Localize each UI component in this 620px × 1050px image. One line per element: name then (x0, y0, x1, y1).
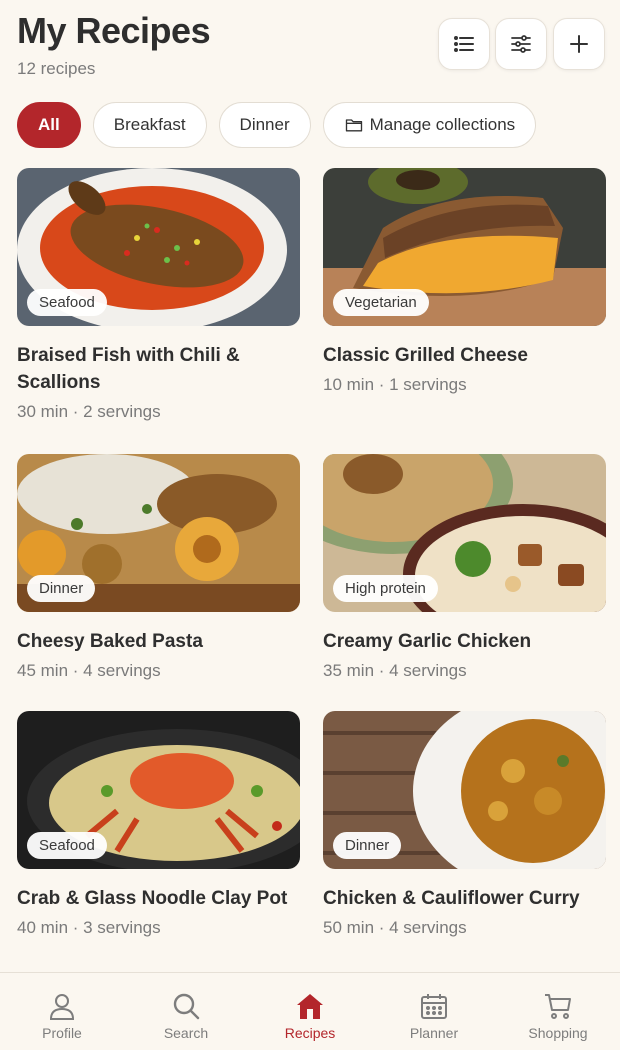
chip-label: Breakfast (113, 115, 186, 134)
recipe-title: Chicken & Cauliflower Curry (323, 888, 580, 909)
chip-label: Manage collections (369, 115, 516, 134)
category-badge: Seafood (27, 832, 107, 859)
recipe-card[interactable]: Vegetarian Classic Grilled Cheese 10 min… (323, 168, 606, 395)
recipe-meta: 40 min · 3 servings (17, 918, 161, 937)
tab-label: Recipes (284, 1025, 336, 1041)
tab-label: Search (163, 1025, 209, 1041)
chip-dinner[interactable]: Dinner (218, 102, 311, 148)
tab-recipes[interactable]: Recipes (248, 973, 372, 1050)
filter-chips: All Breakfast Dinner Manage collections (17, 102, 537, 148)
list-view-button[interactable] (438, 18, 490, 70)
cart-icon (545, 994, 571, 1019)
tab-shopping[interactable]: Shopping (496, 973, 620, 1050)
search-icon (173, 993, 200, 1020)
calendar-icon (421, 994, 447, 1019)
list-icon (454, 36, 474, 52)
recipe-meta: 30 min · 2 servings (17, 402, 161, 421)
recipe-title: Braised Fish with Chili & Scallions (17, 345, 240, 393)
recipe-title: Creamy Garlic Chicken (323, 631, 532, 652)
recipe-title: Crab & Glass Noodle Clay Pot (17, 888, 288, 909)
recipe-card[interactable]: High protein Creamy Garlic Chicken 35 mi… (323, 454, 606, 681)
recipe-card[interactable]: Seafood Crab & Glass Noodle Clay Pot 40 … (17, 711, 300, 938)
tab-label: Shopping (528, 1025, 588, 1041)
category-badge: Seafood (27, 289, 107, 316)
chip-breakfast[interactable]: Breakfast (92, 102, 207, 148)
tab-label: Profile (42, 1025, 82, 1041)
recipe-card[interactable]: Dinner Chicken & Cauliflower Curry 50 mi… (323, 711, 606, 938)
recipe-image: Seafood (17, 711, 300, 869)
recipe-meta: 50 min · 4 servings (323, 918, 467, 937)
filter-button[interactable] (495, 18, 547, 70)
recipe-image: High protein (323, 454, 606, 612)
recipe-image: Dinner (17, 454, 300, 612)
recipe-card[interactable]: Dinner Cheesy Baked Pasta 45 min · 4 ser… (17, 454, 300, 681)
person-icon (49, 994, 75, 1020)
page-title: My Recipes (17, 10, 211, 51)
category-badge: High protein (333, 575, 438, 602)
home-icon (297, 994, 323, 1019)
tab-profile[interactable]: Profile (0, 973, 124, 1050)
recipe-image: Dinner (323, 711, 606, 869)
category-badge: Vegetarian (333, 289, 429, 316)
chip-all[interactable]: All (17, 102, 81, 148)
bottom-tab-bar: Profile Search Recipes Planner Shopping (0, 972, 620, 1050)
category-badge: Dinner (333, 832, 402, 859)
add-recipe-button[interactable] (553, 18, 605, 70)
recipe-title: Classic Grilled Cheese (323, 345, 528, 366)
recipe-meta: 10 min · 1 servings (323, 375, 467, 394)
tab-label: Planner (409, 1025, 459, 1041)
recipe-meta: 45 min · 4 servings (17, 661, 161, 680)
folder-icon (345, 119, 362, 132)
recipe-card[interactable]: Seafood Braised Fish with Chili & Scalli… (17, 168, 300, 422)
recipe-count: 12 recipes (17, 59, 96, 78)
recipe-meta: 35 min · 4 servings (323, 661, 467, 680)
chip-label: Dinner (239, 115, 290, 134)
header: My Recipes 12 recipes (0, 0, 620, 96)
chip-label: All (38, 115, 60, 134)
chip-manage-collections[interactable]: Manage collections (322, 102, 537, 148)
recipe-title: Cheesy Baked Pasta (17, 631, 203, 652)
tab-planner[interactable]: Planner (372, 973, 496, 1050)
recipe-image: Seafood (17, 168, 300, 326)
plus-icon (570, 35, 588, 53)
recipe-image: Vegetarian (323, 168, 606, 326)
tab-search[interactable]: Search (124, 973, 248, 1050)
category-badge: Dinner (27, 575, 96, 602)
sliders-icon (511, 35, 531, 53)
